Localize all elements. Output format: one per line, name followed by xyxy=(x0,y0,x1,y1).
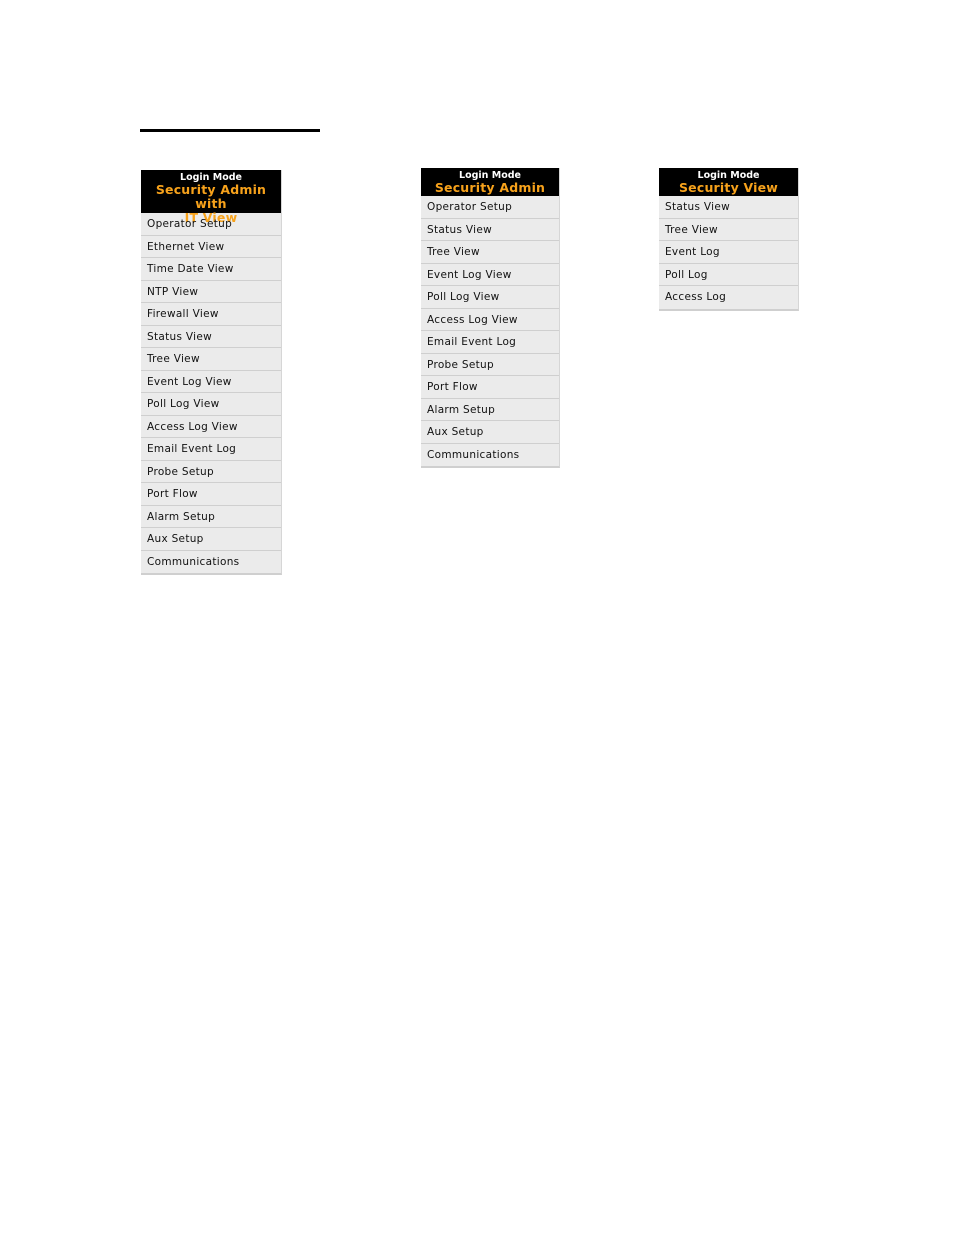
menu-item[interactable]: Alarm Setup xyxy=(141,506,281,528)
menu-item[interactable]: Operator Setup xyxy=(421,196,559,219)
menu-item[interactable]: Time Date View xyxy=(141,258,281,281)
panel-header: Login Mode Security View xyxy=(659,168,798,196)
menu-item[interactable]: Event Log View xyxy=(141,371,281,393)
menu-item[interactable]: Access Log xyxy=(659,286,798,309)
menu-list: Operator Setup Ethernet View Time Date V… xyxy=(141,213,281,573)
menu-item[interactable]: Port Flow xyxy=(421,376,559,399)
menu-item[interactable]: Ethernet View xyxy=(141,236,281,258)
menu-item[interactable]: NTP View xyxy=(141,281,281,303)
menu-item[interactable]: Operator Setup xyxy=(141,213,281,236)
menu-item[interactable]: Firewall View xyxy=(141,303,281,326)
menu-item[interactable]: Access Log View xyxy=(421,309,559,331)
menu-item[interactable]: Port Flow xyxy=(141,483,281,506)
login-mode-value: Security View xyxy=(678,180,779,195)
menu-item[interactable]: Aux Setup xyxy=(141,528,281,551)
menu-item[interactable]: Event Log xyxy=(659,241,798,264)
section-rule xyxy=(140,129,320,132)
menu-item[interactable]: Email Event Log xyxy=(421,331,559,354)
menu-list: Status View Tree View Event Log Poll Log… xyxy=(659,196,798,309)
menu-item[interactable]: Email Event Log xyxy=(141,438,281,461)
menu-item[interactable]: Poll Log xyxy=(659,264,798,286)
menu-item[interactable]: Tree View xyxy=(421,241,559,264)
menu-item[interactable]: Communications xyxy=(421,444,559,467)
login-mode-value: Security Admin with xyxy=(155,182,267,211)
menu-item[interactable]: Event Log View xyxy=(421,264,559,286)
menu-item[interactable]: Aux Setup xyxy=(421,421,559,444)
menu-item[interactable]: Status View xyxy=(421,219,559,241)
panel-header: Login Mode Security Admin xyxy=(421,168,559,196)
menu-list: Operator Setup Status View Tree View Eve… xyxy=(421,196,559,466)
menu-item[interactable]: Alarm Setup xyxy=(421,399,559,421)
menu-item[interactable]: Poll Log View xyxy=(141,393,281,416)
menu-panel-security-admin: Login Mode Security Admin Operator Setup… xyxy=(421,168,560,468)
menu-panel-security-view: Login Mode Security View Status View Tre… xyxy=(659,168,799,311)
menu-panel-security-admin-it-view: Login Mode Security Admin with IT View O… xyxy=(141,170,282,575)
menu-item[interactable]: Status View xyxy=(659,196,798,219)
menu-item[interactable]: Probe Setup xyxy=(421,354,559,376)
panel-header: Login Mode Security Admin with IT View xyxy=(141,170,281,225)
menu-item[interactable]: Status View xyxy=(141,326,281,348)
menu-item[interactable]: Tree View xyxy=(141,348,281,371)
menu-item[interactable]: Tree View xyxy=(659,219,798,241)
menu-item[interactable]: Poll Log View xyxy=(421,286,559,309)
menu-item[interactable]: Access Log View xyxy=(141,416,281,438)
login-mode-value: Security Admin xyxy=(434,180,546,195)
menu-item[interactable]: Probe Setup xyxy=(141,461,281,483)
menu-item[interactable]: Communications xyxy=(141,551,281,574)
